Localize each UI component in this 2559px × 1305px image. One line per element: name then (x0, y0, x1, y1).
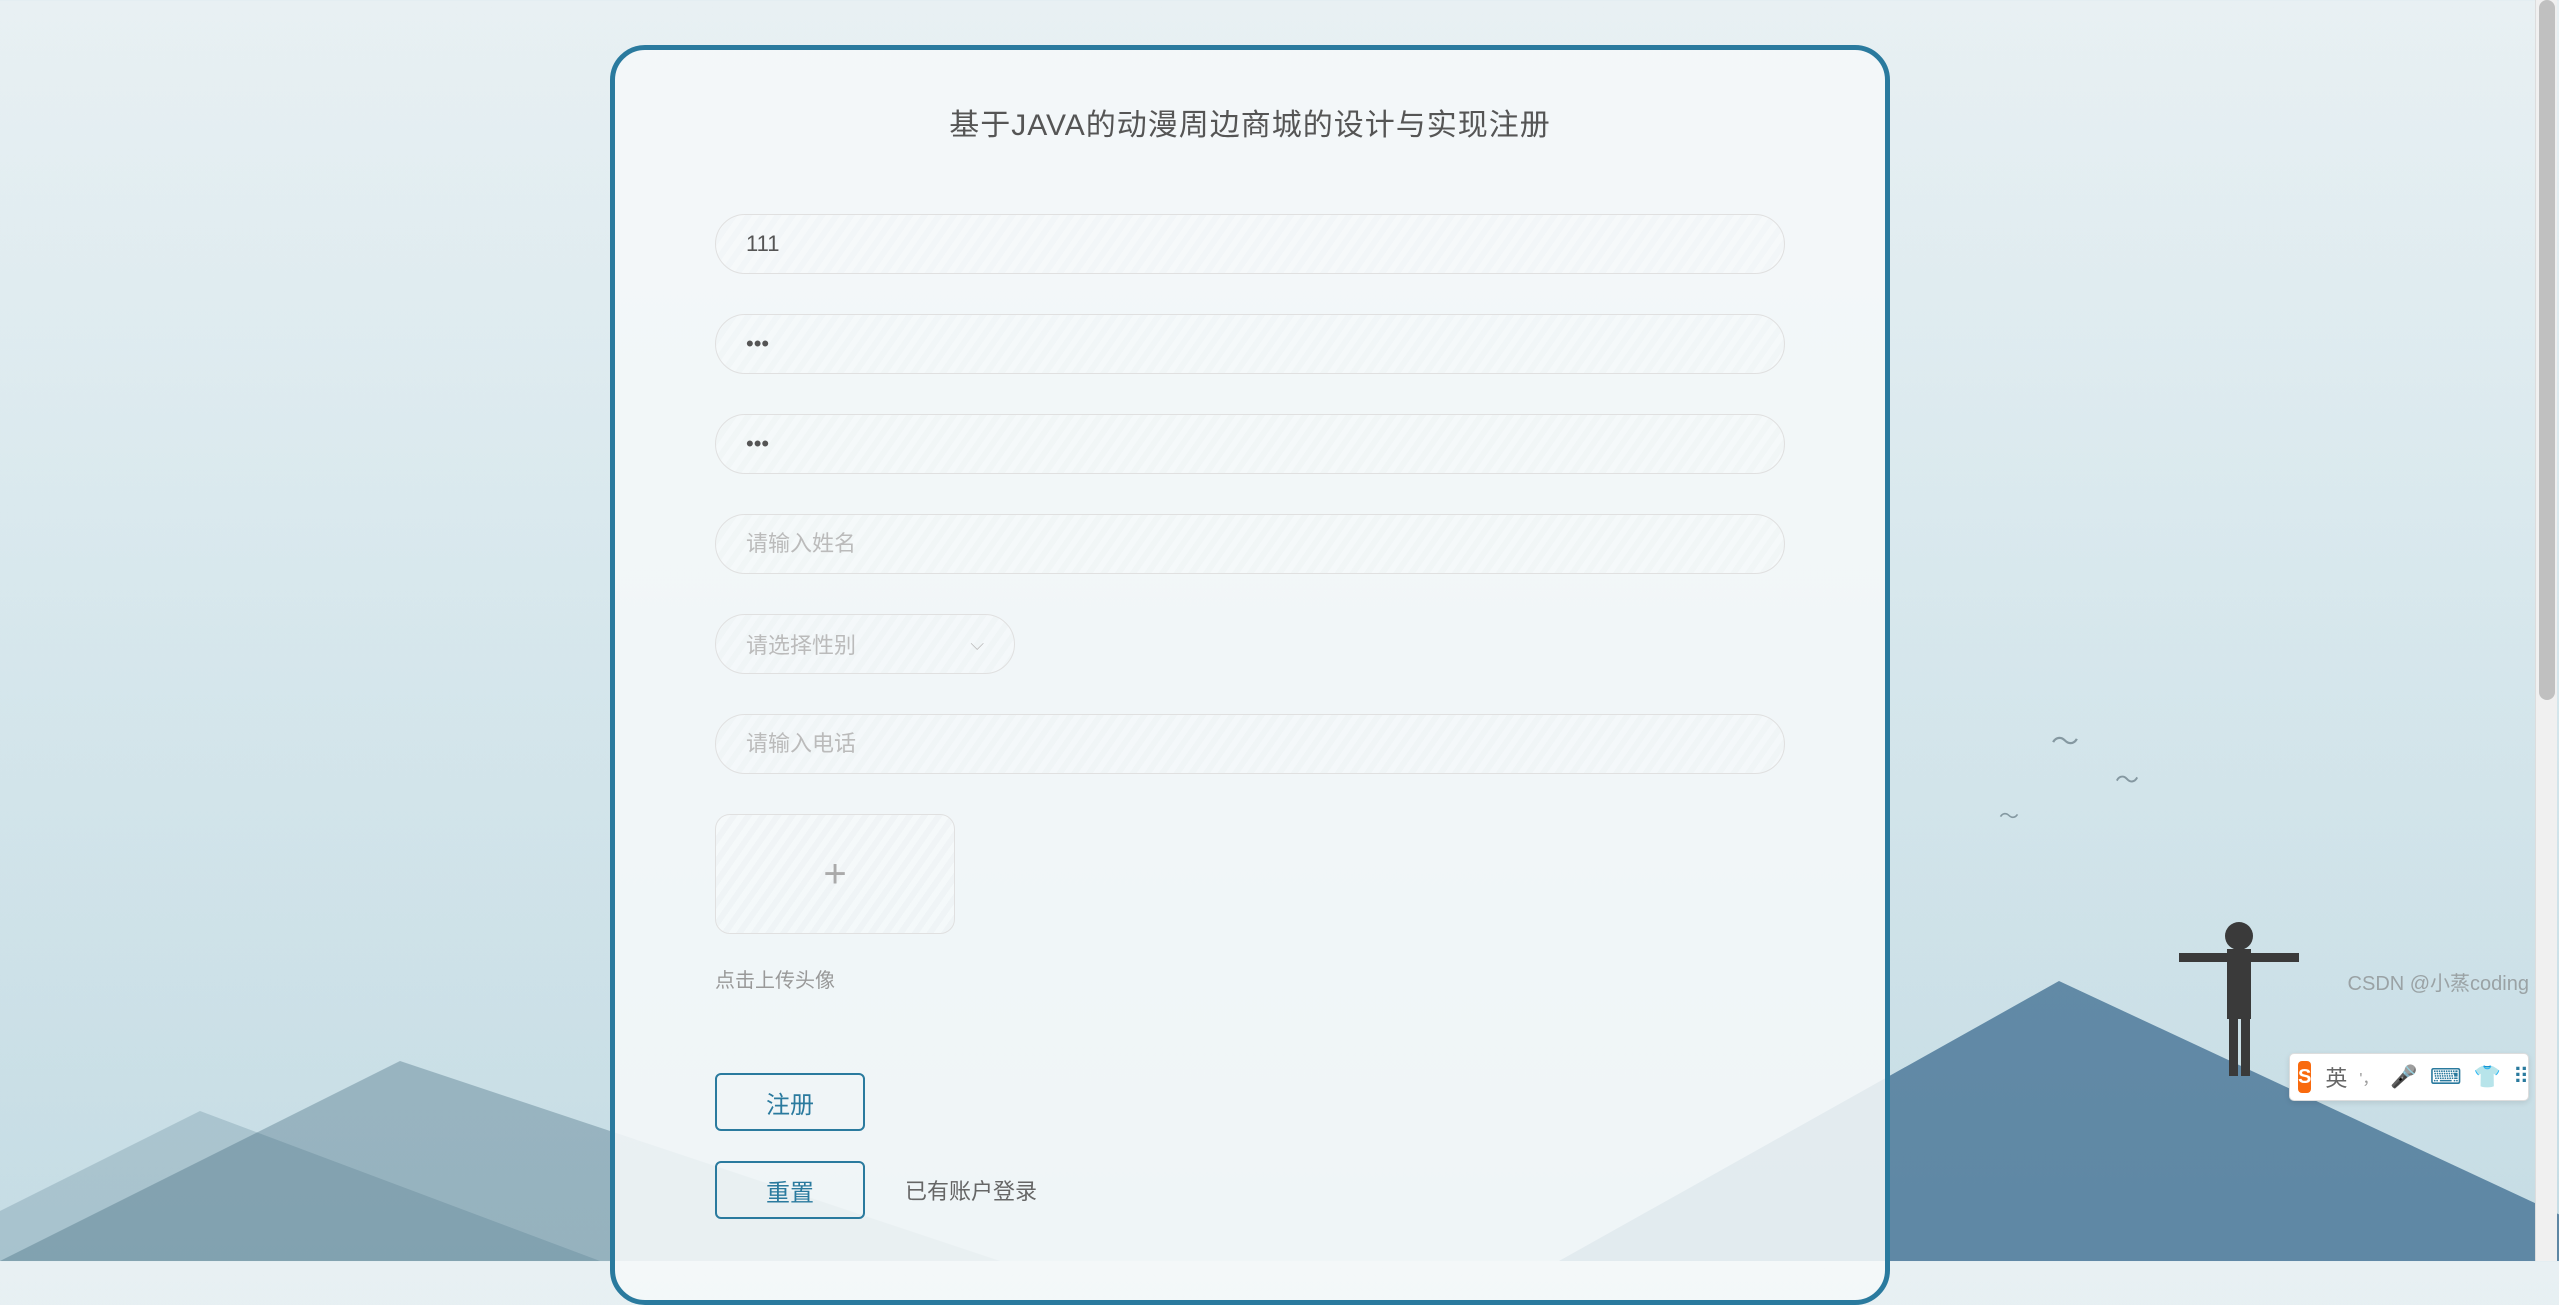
ime-language-toggle[interactable]: 英 (2325, 1061, 2347, 1093)
phone-input[interactable] (715, 714, 1785, 774)
upload-hint-text: 点击上传头像 (715, 964, 1785, 993)
bird-icon: ～ (2051, 720, 2079, 760)
chevron-down-icon: ⌵ (970, 634, 984, 655)
ime-keyboard-icon[interactable]: ⌨ (2430, 1064, 2462, 1090)
bird-icon: ～ (2115, 760, 2139, 795)
ime-skin-icon[interactable]: 👕 (2474, 1064, 2501, 1090)
avatar-upload-button[interactable]: + (715, 814, 955, 934)
username-input[interactable] (715, 214, 1785, 274)
sogou-ime-icon[interactable]: S (2298, 1061, 2311, 1093)
ime-voice-icon[interactable]: 🎤 (2390, 1064, 2417, 1090)
ime-toolbox-icon[interactable]: ⠿ (2513, 1064, 2529, 1090)
bird-icon: ～ (1999, 800, 2019, 829)
reset-button[interactable]: 重置 (715, 1161, 865, 1219)
register-button[interactable]: 注册 (715, 1073, 865, 1131)
form-title: 基于JAVA的动漫周边商城的设计与实现注册 (715, 100, 1785, 144)
scrollbar-thumb[interactable] (2539, 0, 2555, 700)
registration-form-panel: 基于JAVA的动漫周边商城的设计与实现注册 请选择性别 ⌵ + 点击上传头像 注… (610, 45, 1890, 1305)
vertical-scrollbar[interactable] (2535, 0, 2557, 1261)
login-link[interactable]: 已有账户登录 (905, 1174, 1037, 1206)
gender-select[interactable]: 请选择性别 ⌵ (715, 614, 1015, 674)
ime-toolbar[interactable]: S 英 '， 🎤 ⌨ 👕 ⠿ (2289, 1053, 2529, 1101)
watermark-text: CSDN @小蒸coding (2348, 967, 2529, 996)
confirm-password-input[interactable] (715, 414, 1785, 474)
gender-placeholder: 请选择性别 (746, 628, 856, 660)
name-input[interactable] (715, 514, 1785, 574)
password-input[interactable] (715, 314, 1785, 374)
ime-punctuation[interactable]: '， (2359, 1065, 2378, 1089)
businessman-figure (2169, 911, 2309, 1096)
plus-icon: + (823, 852, 846, 897)
